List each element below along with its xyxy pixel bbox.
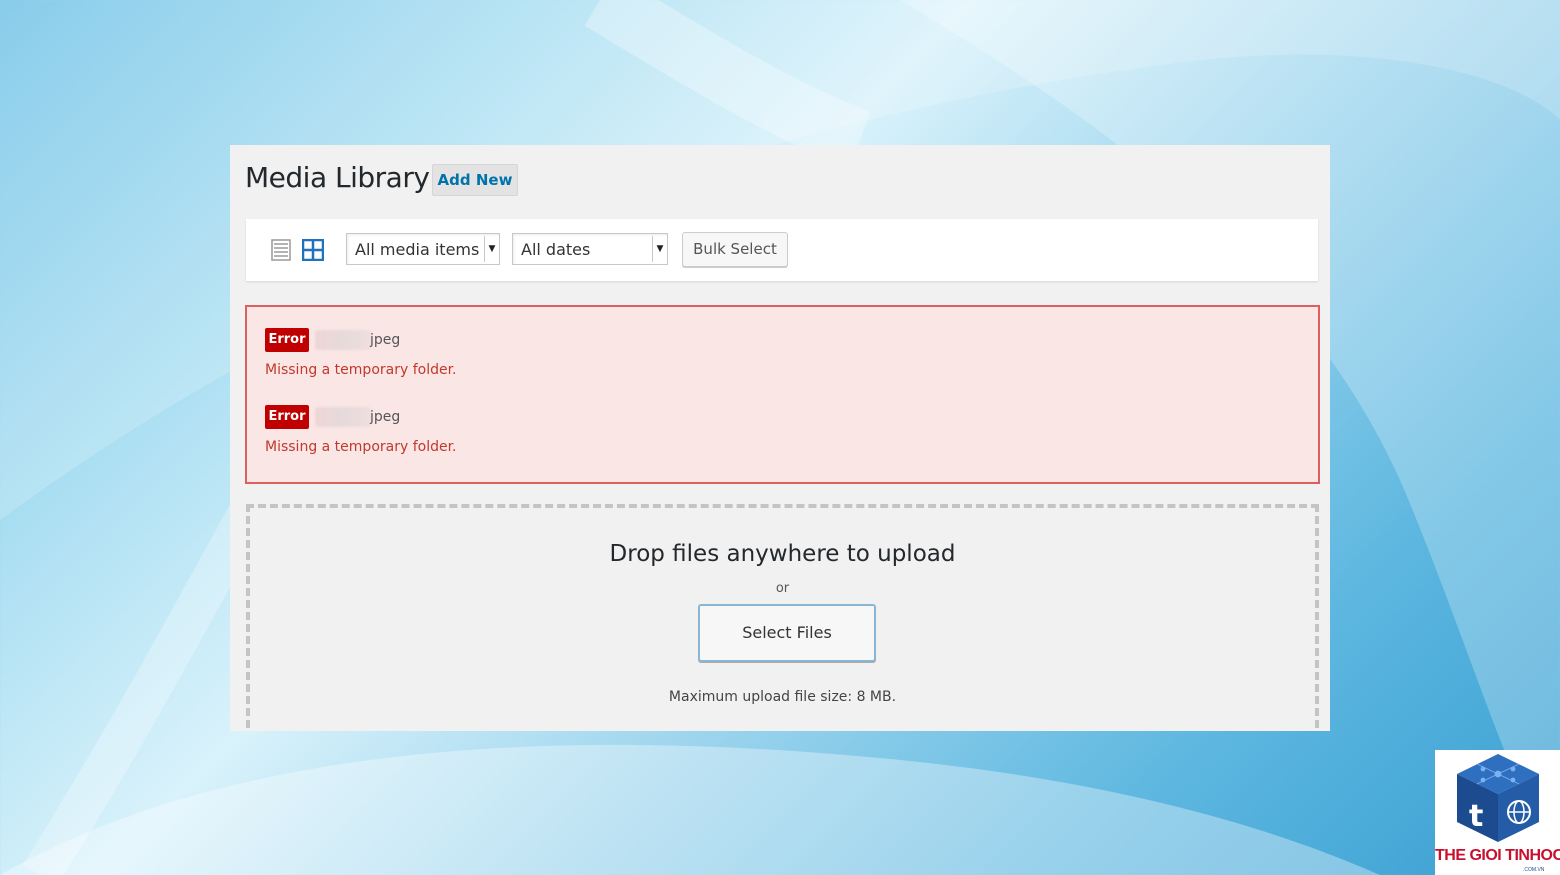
date-filter-value: All dates [521, 240, 591, 259]
bulk-select-button[interactable]: Bulk Select [682, 232, 788, 267]
cube-logo-icon: t [1457, 754, 1539, 842]
media-type-filter[interactable]: All media items ▼ [346, 233, 500, 265]
media-library-panel: Media Library Add New All media items ▼ … [230, 145, 1330, 731]
media-type-filter-value: All media items [355, 240, 480, 259]
blurred-filename [315, 330, 371, 350]
watermark-subtext: .COM.VN [1523, 867, 1545, 873]
watermark-text: THE GIOI TINHOC [1435, 847, 1560, 864]
error-message: Missing a temporary folder. [265, 439, 457, 455]
page-title: Media Library [245, 161, 430, 194]
error-file-ext: jpeg [370, 409, 401, 425]
error-badge: Error [265, 405, 309, 429]
add-new-button[interactable]: Add New [432, 164, 518, 196]
upload-errors: Error jpeg Missing a temporary folder. E… [245, 305, 1320, 484]
chevron-down-icon: ▼ [652, 236, 667, 262]
error-file-ext: jpeg [370, 332, 401, 348]
upload-drop-zone[interactable]: Drop files anywhere to upload or Select … [246, 504, 1319, 731]
svg-text:t: t [1469, 799, 1483, 834]
error-badge: Error [265, 328, 309, 352]
max-upload-size: Maximum upload file size: 8 MB. [668, 689, 897, 705]
date-filter[interactable]: All dates ▼ [512, 233, 668, 265]
error-message: Missing a temporary folder. [265, 362, 457, 378]
chevron-down-icon: ▼ [484, 236, 499, 262]
drop-heading: Drop files anywhere to upload [609, 541, 956, 567]
media-toolbar: All media items ▼ All dates ▼ Bulk Selec… [246, 219, 1318, 281]
blurred-filename [315, 407, 371, 427]
list-view-icon[interactable] [271, 239, 291, 261]
grid-view-icon[interactable] [302, 239, 324, 261]
watermark-logo: t THE GIOI TINHOC .COM.VN [1435, 750, 1560, 875]
drop-or-text: or [775, 581, 790, 596]
select-files-button[interactable]: Select Files [698, 604, 876, 662]
